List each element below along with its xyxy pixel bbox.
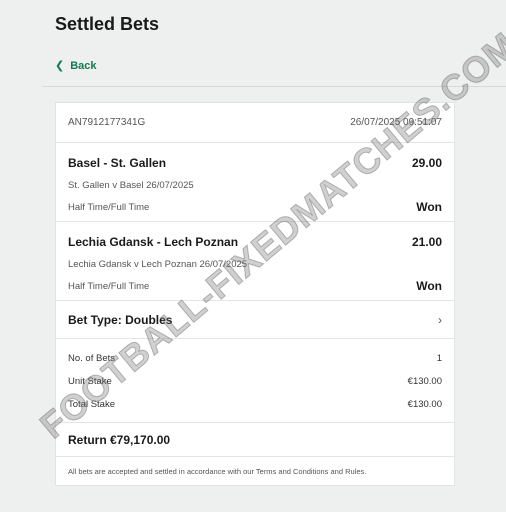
selection-item: Lechia Gdansk - Lech Poznan 21.00 Lechia… <box>56 222 454 301</box>
header-divider <box>42 86 506 87</box>
return-amount: Return €79,170.00 <box>56 423 454 457</box>
bet-header-row: AN7912177341G 26/07/2025 09:51:07 <box>56 103 454 143</box>
page-title: Settled Bets <box>55 14 160 34</box>
unit-stake-label: Unit Stake <box>68 376 112 387</box>
selection-name: Basel - St. Gallen <box>68 156 167 170</box>
total-stake-value: €130.00 <box>407 399 442 410</box>
back-label: Back <box>70 60 97 72</box>
selection-event: St. Gallen v Basel 26/07/2025 <box>68 180 194 191</box>
terms-text: All bets are accepted and settled in acc… <box>68 467 367 476</box>
unit-stake-value: €130.00 <box>407 376 442 387</box>
selection-result: Won <box>416 200 442 214</box>
unit-stake-row: Unit Stake €130.00 <box>68 370 442 393</box>
bet-reference: AN7912177341G <box>68 117 146 128</box>
bet-datetime: 26/07/2025 09:51:07 <box>350 117 442 128</box>
total-stake-label: Total Stake <box>68 399 115 410</box>
num-bets-value: 1 <box>436 353 442 364</box>
back-button[interactable]: ❮ Back <box>55 60 97 72</box>
selection-result: Won <box>416 279 442 293</box>
selection-market: Half Time/Full Time <box>68 280 150 292</box>
chevron-left-icon: ❮ <box>55 59 65 72</box>
selection-odds: 21.00 <box>411 235 442 249</box>
stake-summary: No. of Bets 1 Unit Stake €130.00 Total S… <box>56 339 454 423</box>
bet-card: AN7912177341G 26/07/2025 09:51:07 Basel … <box>55 102 455 486</box>
selection-odds: 29.00 <box>411 156 442 170</box>
selection-market: Half Time/Full Time <box>68 201 150 213</box>
selection-name: Lechia Gdansk - Lech Poznan <box>68 235 239 249</box>
selection-item: Basel - St. Gallen 29.00 St. Gallen v Ba… <box>56 143 454 222</box>
selection-event: Lechia Gdansk v Lech Poznan 26/07/2025 <box>68 259 248 270</box>
bet-type-row[interactable]: Bet Type: Doubles › <box>56 301 454 339</box>
bet-type-label: Bet Type: Doubles <box>68 312 173 327</box>
total-stake-row: Total Stake €130.00 <box>68 393 442 416</box>
chevron-right-icon: › <box>438 312 442 327</box>
num-bets-label: No. of Bets <box>68 353 115 364</box>
num-bets-row: No. of Bets 1 <box>68 347 442 370</box>
